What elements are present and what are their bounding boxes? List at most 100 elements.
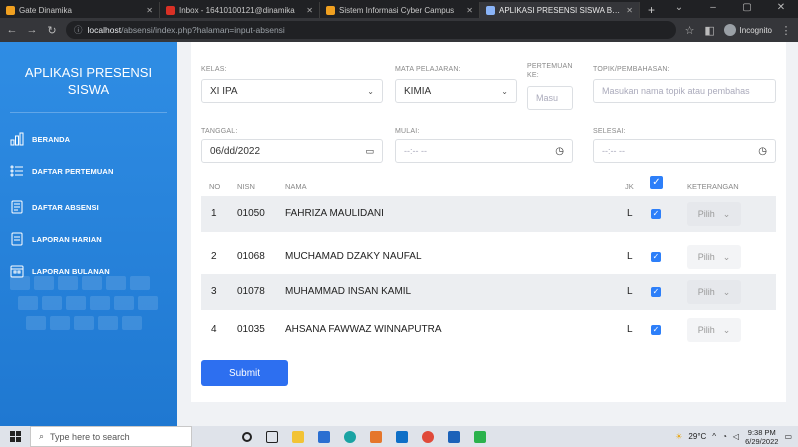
close-icon[interactable]: ✕ <box>306 6 313 15</box>
address-bar: ← → ↻ ⓘ localhost/absensi/index.php?hala… <box>0 18 798 42</box>
topik-placeholder: Masukan nama topik atau pembahas <box>602 86 750 96</box>
keterangan-select[interactable]: Pilih ⌄ <box>687 280 741 304</box>
topik-input[interactable]: Masukan nama topik atau pembahas <box>593 79 776 103</box>
maximize-icon[interactable]: ▢ <box>730 0 764 18</box>
keterangan-select[interactable]: Pilih ⌄ <box>687 202 741 226</box>
reload-icon[interactable]: ↻ <box>46 24 58 37</box>
forward-icon[interactable]: → <box>26 24 38 36</box>
notification-icon[interactable]: ▭ <box>784 432 792 441</box>
close-icon[interactable]: ✕ <box>146 6 153 15</box>
browser-tab-sicyca[interactable]: Sistem Informasi Cyber Campus ✕ <box>320 2 480 18</box>
cell-jk: L <box>627 324 633 335</box>
file-explorer-icon[interactable] <box>292 430 304 443</box>
chrome-icon[interactable] <box>422 430 434 443</box>
pertemuan-label: PERTEMUAN KE: <box>527 63 573 79</box>
pertemuan-placeholder: Masu <box>536 93 559 103</box>
table-row: 2 01068 MUCHAMAD DZAKY NAUFAL L ✓ Pilih ⌄ <box>201 239 776 275</box>
sidebar-item-label: DAFTAR ABSENSI <box>32 202 99 212</box>
sidepanel-icon[interactable]: ◧ <box>704 24 716 37</box>
close-icon[interactable]: ✕ <box>626 6 633 15</box>
tab-title: Gate Dinamika <box>19 5 72 15</box>
app-title-line2: SISWA <box>67 82 110 97</box>
weather-text[interactable]: 29°C <box>688 432 706 441</box>
chevron-down-icon: ⌄ <box>722 251 731 262</box>
close-window-icon[interactable]: ✕ <box>764 0 798 18</box>
mulai-input[interactable]: --:-- -- ◷ <box>395 139 573 163</box>
clock-date: 6/29/2022 <box>745 436 779 446</box>
cell-jk: L <box>627 286 633 297</box>
dropdown-icon[interactable]: ⌄ <box>662 0 696 18</box>
cell-nisn: 01035 <box>237 324 265 335</box>
incognito-label: Incognito <box>739 25 772 35</box>
store-icon[interactable] <box>318 430 330 443</box>
selesai-input[interactable]: --:-- -- ◷ <box>593 139 776 163</box>
chevron-down-icon: ⌄ <box>722 286 731 297</box>
cell-nama: AHSANA FAWWAZ WINNAPUTRA <box>285 324 442 335</box>
browser-tab-gate[interactable]: Gate Dinamika ✕ <box>0 2 160 18</box>
kelas-label: KELAS: <box>201 66 227 73</box>
edge-icon[interactable] <box>344 430 356 443</box>
table-row: 4 01035 AHSANA FAWWAZ WINNAPUTRA L ✓ Pil… <box>201 312 776 348</box>
outlook-icon[interactable] <box>448 430 460 443</box>
back-icon[interactable]: ← <box>6 24 18 36</box>
sidebar-item-beranda[interactable]: BERANDA <box>10 128 170 150</box>
task-view-icon[interactable] <box>266 430 278 443</box>
close-icon[interactable]: ✕ <box>466 6 473 15</box>
tanggal-input[interactable]: 06/dd/2022 ▭ <box>201 139 383 163</box>
sidebar-item-label: LAPORAN BULANAN <box>32 266 110 276</box>
star-icon[interactable]: ☆ <box>684 24 696 37</box>
url-input[interactable]: ⓘ localhost/absensi/index.php?halaman=in… <box>66 21 676 39</box>
tanggal-label: TANGGAL: <box>201 128 238 135</box>
pertemuan-input[interactable]: Masu <box>527 86 573 110</box>
minimize-icon[interactable]: – <box>696 0 730 18</box>
submit-button[interactable]: Submit <box>201 360 288 386</box>
network-icon[interactable]: ◔ <box>722 432 727 441</box>
table-row: 1 01050 FAHRIZA MAULIDANI L ✓ Pilih ⌄ <box>201 196 776 232</box>
taskbar-apps <box>242 430 486 443</box>
new-tab-icon[interactable]: + <box>640 2 663 18</box>
row-checkbox[interactable]: ✓ <box>651 287 661 297</box>
taskbar-search-input[interactable]: ⌕ Type here to search <box>30 426 192 447</box>
app-title: APLIKASI PRESENSI SISWA <box>0 64 177 98</box>
mapel-select[interactable]: KIMIA ⌄ <box>395 79 517 103</box>
sidebar-item-daftar-pertemuan[interactable]: DAFTAR PERTEMUAN <box>10 160 170 182</box>
keterangan-value: Pilih <box>697 252 715 262</box>
header-nama: NAMA <box>285 182 307 191</box>
browser-tab-bar: Gate Dinamika ✕ Inbox - 16410100121@dina… <box>0 0 798 18</box>
incognito-indicator[interactable]: Incognito <box>723 24 772 36</box>
sidebar-item-daftar-absensi[interactable]: DAFTAR ABSENSI <box>10 196 170 218</box>
kelas-select[interactable]: XI IPA ⌄ <box>201 79 383 103</box>
row-checkbox[interactable]: ✓ <box>651 209 661 219</box>
sidebar-item-laporan-harian[interactable]: LAPORAN HARIAN <box>10 228 170 250</box>
windows-start-icon[interactable] <box>0 426 30 447</box>
app-icon[interactable] <box>370 430 382 443</box>
clock-icon[interactable]: ◷ <box>758 146 767 157</box>
tab-favicon-icon <box>486 5 495 15</box>
clock[interactable]: 9:38 PM 6/29/2022 <box>745 428 778 446</box>
keterangan-select[interactable]: Pilih ⌄ <box>687 318 741 342</box>
row-checkbox[interactable]: ✓ <box>651 325 661 335</box>
cell-nama: MUHAMMAD INSAN KAMIL <box>285 286 412 297</box>
selesai-label: SELESAI: <box>593 128 626 135</box>
browser-tab-inbox[interactable]: Inbox - 16410100121@dinamika ✕ <box>160 2 320 18</box>
clock-icon[interactable]: ◷ <box>555 146 564 157</box>
volume-icon[interactable]: ◁ <box>733 432 739 441</box>
sidebar-item-laporan-bulanan[interactable]: LAPORAN BULANAN <box>10 260 170 282</box>
tab-favicon-icon <box>326 5 335 15</box>
select-all-checkbox[interactable]: ✓ <box>650 176 663 189</box>
keterangan-select[interactable]: Pilih ⌄ <box>687 245 741 269</box>
browser-tab-aplikasi[interactable]: APLIKASI PRESENSI SISWA BERB ✕ <box>480 2 640 18</box>
tray-chevron-icon[interactable]: ^ <box>712 432 716 441</box>
calendar-icon <box>10 265 24 278</box>
vscode-icon[interactable] <box>474 430 486 443</box>
mail-icon[interactable] <box>396 430 408 443</box>
search-icon: ⌕ <box>39 431 45 441</box>
cortana-icon[interactable] <box>242 431 252 442</box>
clock-time: 9:38 PM <box>747 427 776 437</box>
calendar-icon[interactable]: ▭ <box>365 146 374 157</box>
menu-icon[interactable]: ⋮ <box>780 24 792 37</box>
list-icon <box>10 165 23 177</box>
mulai-label: MULAI: <box>395 128 420 135</box>
search-placeholder: Type here to search <box>50 431 130 442</box>
row-checkbox[interactable]: ✓ <box>651 252 661 262</box>
